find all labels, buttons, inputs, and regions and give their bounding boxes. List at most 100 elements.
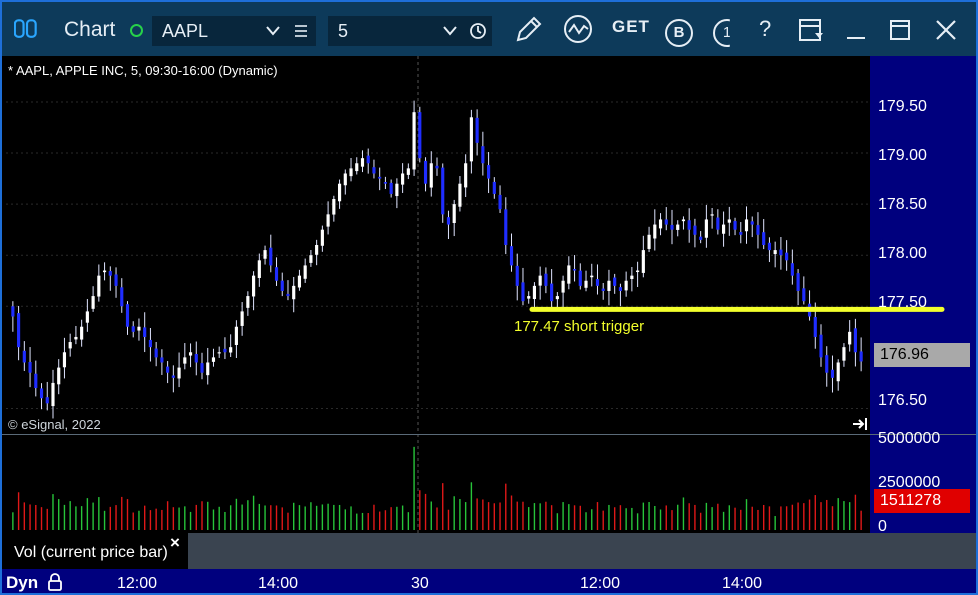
candle-body [252,275,256,297]
candle-body [217,352,221,354]
candle-body [263,250,267,259]
candle-body [360,158,365,167]
candle-body [532,285,537,300]
candle-body [286,293,290,297]
candle-body [11,306,15,317]
candle-body [813,316,817,337]
candle-body [647,234,651,249]
candle-body [97,275,101,297]
candle-body [590,275,594,278]
candle-body [567,265,571,284]
candle-body [383,182,387,184]
candle-body [739,232,743,235]
time-tick-label: 12:00 [117,575,158,592]
candle-body [234,326,238,345]
candle-body [148,339,152,348]
price-chart-plot[interactable] [2,2,976,593]
dyn-label[interactable]: Dyn [6,573,38,593]
candle-body [154,348,158,358]
candle-body [349,168,353,177]
candle-body [636,270,640,273]
candle-body [624,280,628,291]
candle-body [848,331,852,345]
candle-body [779,249,783,256]
candle-body [160,357,164,363]
candle-body [796,273,800,291]
candle-body [681,219,686,222]
candle-body [378,176,382,179]
candle-body [744,219,749,232]
candle-body [68,342,72,349]
candle-body [509,246,514,266]
candle-body [670,224,674,230]
candle-body [315,245,319,255]
study-label: Vol (current price bar) [14,544,168,561]
candle-body [664,219,668,225]
candle-body [114,274,118,286]
candle-body [401,173,405,185]
candle-body [790,263,794,276]
candle-body [802,288,806,302]
candle-body [842,347,846,361]
candle-body [578,270,582,286]
candle-body [137,326,141,331]
candle-body [171,375,175,378]
candle-body [326,214,330,227]
study-close-button[interactable]: × [170,533,180,553]
candle-body [767,242,772,251]
price-tick-label: 178.00 [878,245,927,262]
candle-body [469,117,473,162]
price-tick-label: 176.50 [878,392,927,409]
price-tick-label: 179.50 [878,98,927,115]
candle-body [372,167,376,174]
candle-body [62,352,67,368]
candle-body [418,112,422,159]
time-tick-label: 30 [411,575,429,592]
chart-header: * AAPL, APPLE INC, 5, 09:30-16:00 (Dynam… [8,63,278,78]
candle-body [28,362,32,373]
candle-body [332,199,336,215]
lock-icon[interactable] [46,572,64,592]
scroll-to-end-icon[interactable] [852,416,870,432]
candle-body [177,367,181,379]
candle-body [423,160,428,184]
candle-body [492,181,496,194]
candle-body [206,362,210,376]
study-label-box[interactable]: Vol (current price bar) [2,533,188,569]
candle-body [595,279,600,286]
candle-body [773,250,777,255]
candle-body [613,277,617,286]
candle-body [406,168,410,175]
candle-body [825,355,829,373]
candle-body [504,209,508,245]
chart-window: Chart AAPL 5 GET B 1 ? * AAPL, APPLE INC… [0,0,978,595]
candle-body [544,273,548,286]
candle-body [601,288,605,291]
candle-body [39,388,44,399]
candle-body [435,165,439,169]
candle-body [74,336,78,340]
trigger-annotation: 177.47 short trigger [514,318,645,335]
candle-body [464,163,468,188]
candle-body [704,219,708,238]
candle-body [830,369,835,378]
candle-body [17,313,21,348]
time-tick-label: 12:00 [580,575,621,592]
candle-body [337,183,342,202]
candle-body [676,224,680,230]
candle-body [630,275,634,279]
panel-divider[interactable] [2,434,976,435]
candle-body [194,354,198,363]
candle-body [303,265,307,279]
candle-body [561,280,565,293]
candle-body [555,296,559,300]
candle-body [785,252,789,261]
candle-body [756,225,760,235]
candle-body [131,326,135,332]
candle-body [750,221,754,225]
candle-body [687,220,691,230]
candle-body [412,112,416,170]
candle-body [120,287,124,307]
candle-body [211,357,216,362]
candle-body [280,280,284,291]
